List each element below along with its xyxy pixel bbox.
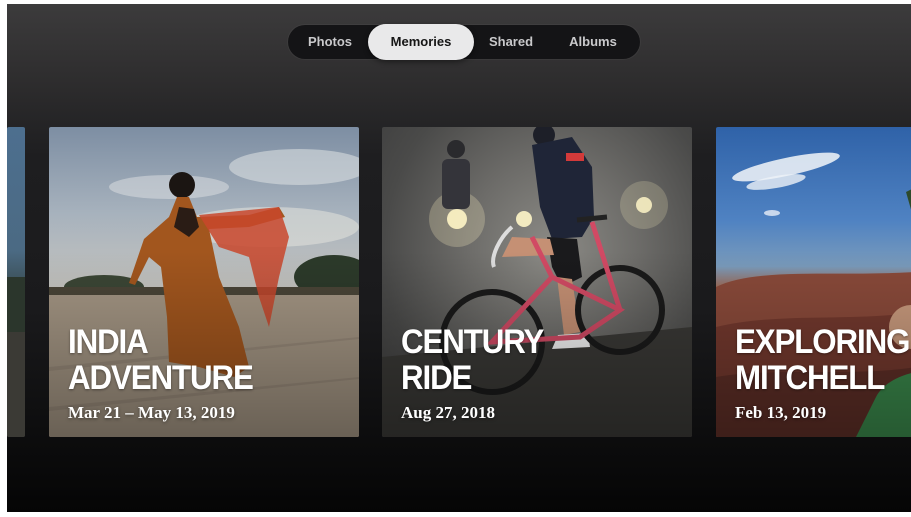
tab-shared[interactable]: Shared: [476, 25, 546, 59]
tv-screen: Photos Memories Shared Albums INDIA ADVE…: [7, 4, 911, 512]
memory-thumbnail: [7, 277, 25, 437]
tab-albums[interactable]: Albums: [552, 25, 634, 59]
memory-date: Mar 21 – May 13, 2019: [68, 403, 235, 422]
memory-card-india-adventure[interactable]: INDIA ADVENTURE Mar 21 – May 13, 2019: [49, 127, 359, 437]
memory-date: Aug 27, 2018: [401, 403, 495, 422]
memory-date: Feb 13, 2019: [735, 403, 827, 422]
memory-card-century-ride[interactable]: CENTURY RIDE Aug 27, 2018: [382, 127, 692, 437]
tab-memories[interactable]: Memories: [368, 24, 474, 60]
memory-card-previous[interactable]: [7, 127, 25, 437]
memory-title: INDIA ADVENTURE: [68, 323, 254, 397]
tab-photos[interactable]: Photos: [294, 25, 366, 59]
tab-bar: Photos Memories Shared Albums: [288, 24, 640, 60]
memory-card-exploring-mitchell[interactable]: EXPLORING MITCHELL Feb 13, 2019: [716, 127, 911, 437]
memory-title: CENTURY RIDE: [401, 323, 544, 397]
memory-title: EXPLORING MITCHELL: [735, 323, 910, 397]
